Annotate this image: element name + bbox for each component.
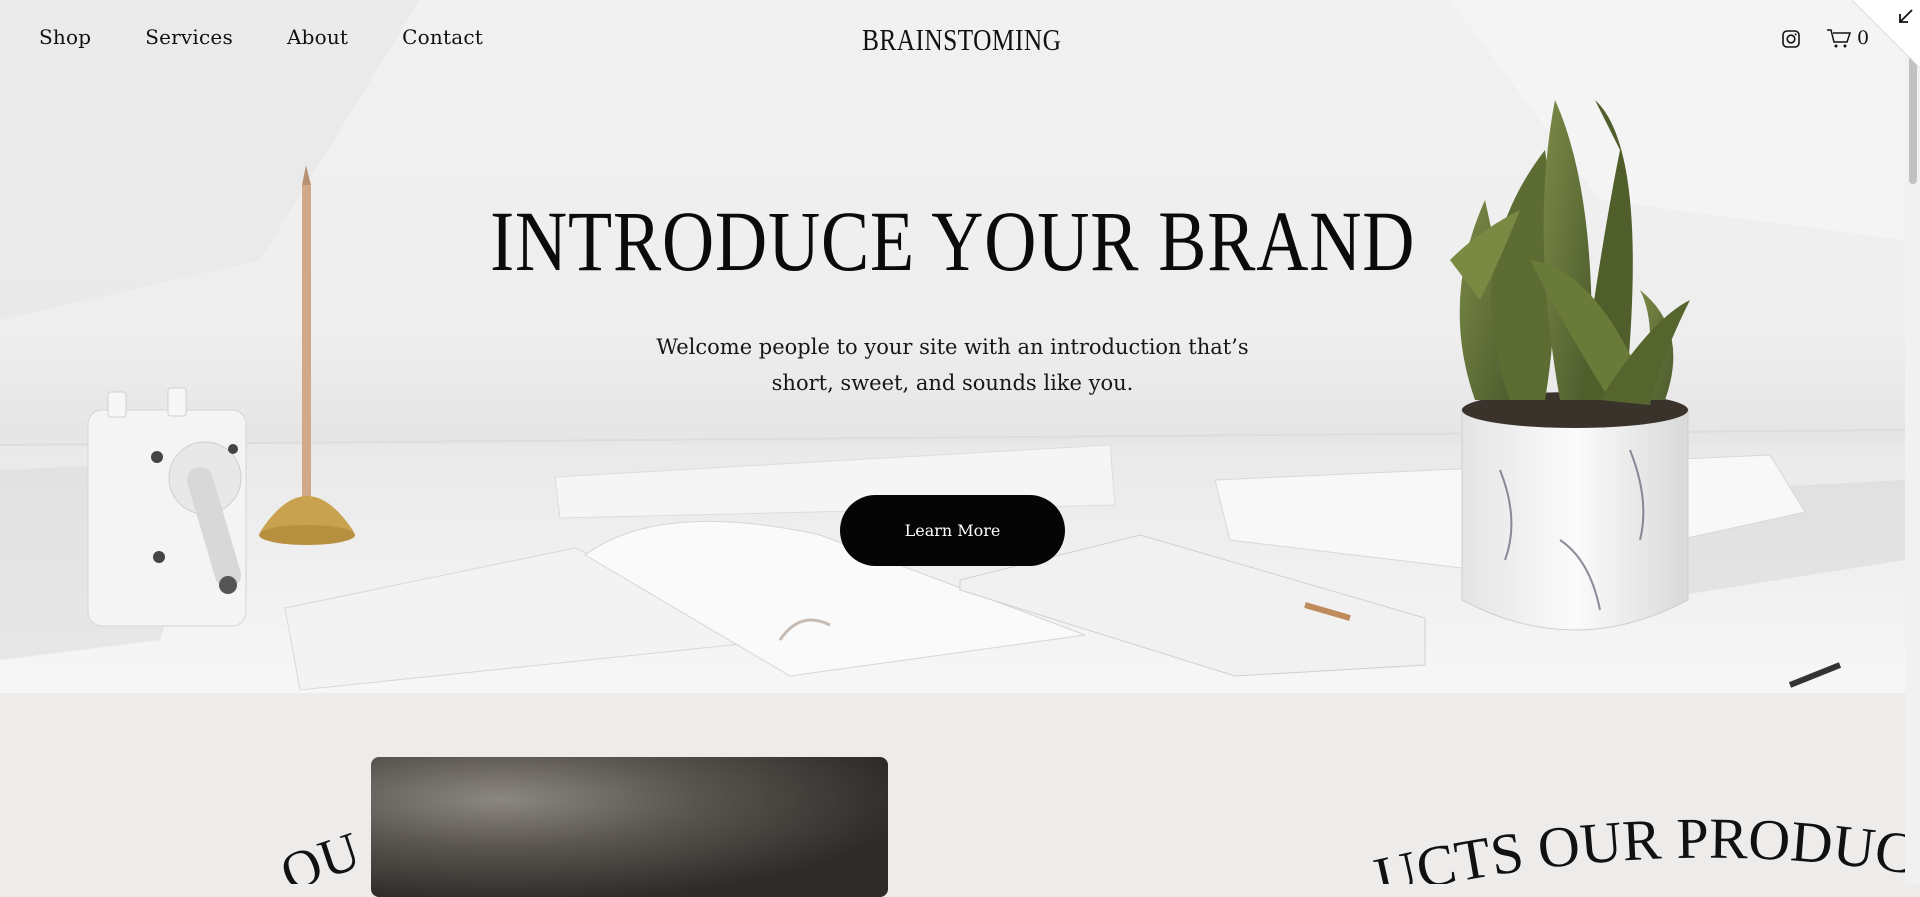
learn-more-button[interactable]: Learn More <box>840 495 1065 566</box>
hero-subtext: Welcome people to your site with an intr… <box>0 329 1905 401</box>
nav-link-about[interactable]: About <box>287 25 348 49</box>
hero-headline: INTRODUCE YOUR BRAND <box>489 193 1416 289</box>
nav-link-services[interactable]: Services <box>145 25 233 49</box>
left-curved-text: OU <box>272 820 367 884</box>
instagram-icon[interactable] <box>1782 30 1800 48</box>
collapse-arrow-icon[interactable] <box>1852 0 1920 68</box>
nav-link-shop[interactable]: Shop <box>39 25 91 49</box>
nav-links: Shop Services About Contact <box>39 25 537 49</box>
cart-icon <box>1827 29 1852 48</box>
hero-subtext-line-2: short, sweet, and sounds like you. <box>771 371 1134 395</box>
top-navigation: Shop Services About Contact BRAINSTOMING… <box>0 0 1905 78</box>
brand-logo[interactable]: BRAINSTOMING <box>862 22 1061 58</box>
vertical-scrollbar[interactable] <box>1905 0 1920 884</box>
curved-text-graphics: OU UCTS OUR PRODUCTS <box>0 693 1905 884</box>
hero-subtext-line-1: Welcome people to your site with an intr… <box>656 335 1249 359</box>
scrollbar-thumb[interactable] <box>1909 52 1917 184</box>
nav-link-contact[interactable]: Contact <box>402 25 483 49</box>
